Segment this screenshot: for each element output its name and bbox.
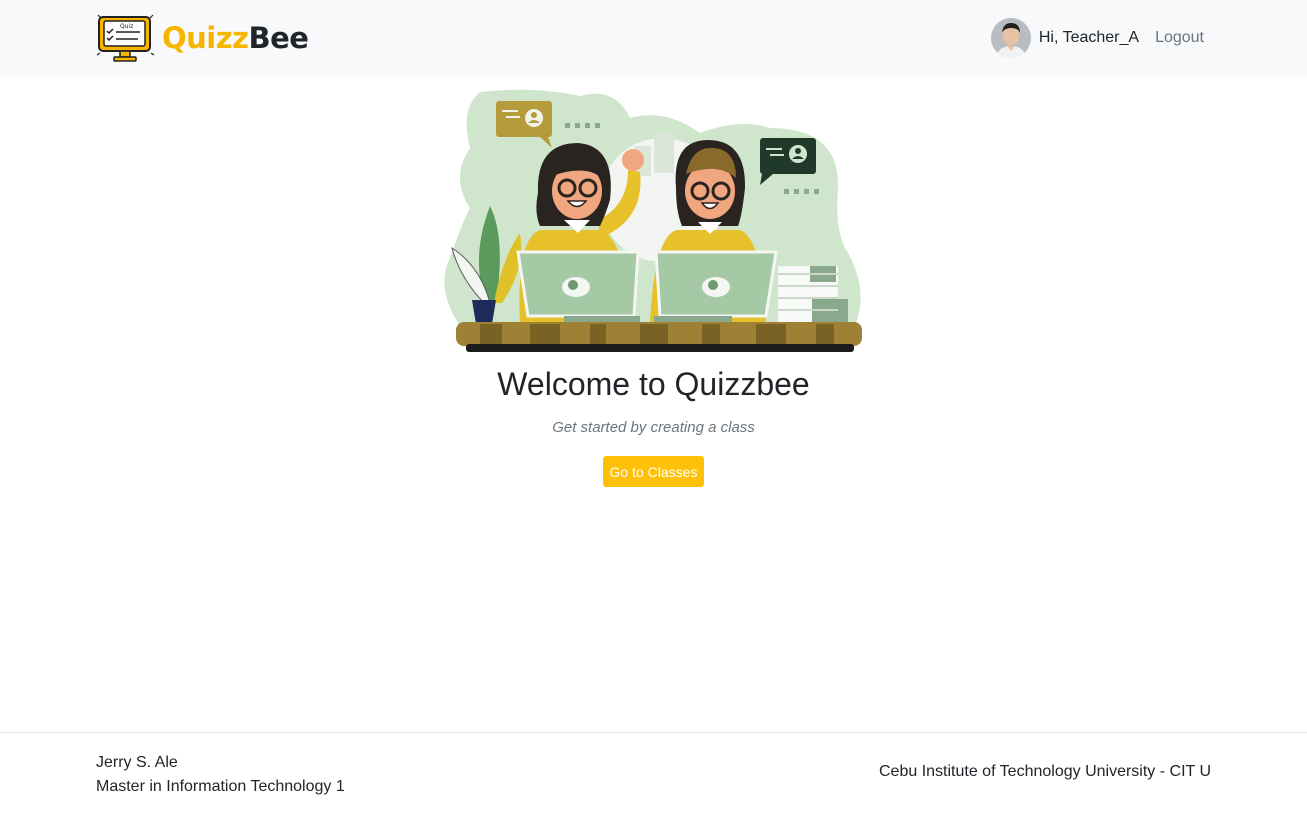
avatar-icon [990,18,1031,58]
user-menu: Hi, Teacher_A Logout [990,18,1204,58]
brand-name: QuizzBee [162,20,309,55]
page-subtitle: Get started by creating a class [552,419,755,436]
footer-institution: Cebu Institute of Technology University … [879,763,1211,780]
navbar: Quiz QuizzBee Hi, Teacher_A Logout [0,0,1307,76]
quiz-monitor-icon: Quiz [96,14,155,62]
brand-name-part2: Bee [248,20,309,55]
welcome-illustration [444,89,862,352]
brand-name-part1: Quizz [162,20,249,55]
go-to-classes-button[interactable]: Go to Classes [603,456,704,487]
page-title: Welcome to Quizzbee [497,366,810,402]
logout-link[interactable]: Logout [1155,29,1204,47]
footer: Jerry S. Ale Master in Information Techn… [0,732,1307,814]
user-avatar [990,18,1031,58]
author-program: Master in Information Technology 1 [96,778,345,795]
user-greeting: Hi, Teacher_A [1038,29,1140,46]
svg-text:Quiz: Quiz [120,23,133,30]
footer-author: Jerry S. Ale Master in Information Techn… [96,751,345,799]
author-name: Jerry S. Ale [96,754,178,771]
brand-link[interactable]: Quiz QuizzBee [96,12,309,64]
